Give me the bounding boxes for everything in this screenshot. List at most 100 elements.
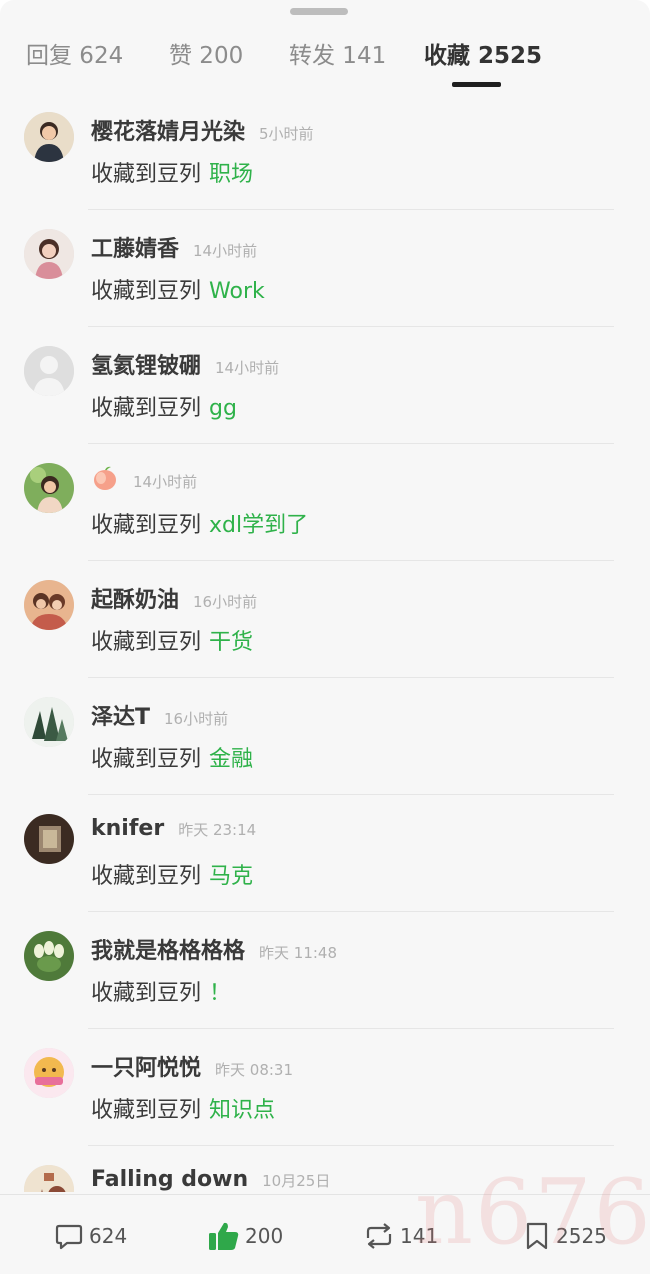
user-name[interactable]: Falling down <box>91 1167 248 1192</box>
list-item[interactable]: 我就是格格格格 昨天 11:48 收藏到豆列 ！ <box>0 913 650 1029</box>
like-button[interactable]: 200 <box>207 1219 283 1253</box>
divider <box>88 677 614 678</box>
avatar[interactable] <box>24 1048 74 1098</box>
timestamp: 昨天 23:14 <box>178 821 257 839</box>
avatar[interactable] <box>24 814 74 864</box>
avatar[interactable] <box>24 931 74 981</box>
user-name[interactable]: knifer <box>91 816 164 841</box>
collection-link[interactable]: 马克 <box>209 864 253 889</box>
collection-link[interactable]: 知识点 <box>209 1098 275 1123</box>
user-name[interactable]: 一只阿悦悦 <box>91 1056 201 1081</box>
action-line: 收藏到豆列 马克 <box>91 858 253 890</box>
collection-link[interactable]: xdl学到了 <box>209 513 308 538</box>
action-line: 收藏到豆列 Work <box>91 273 265 305</box>
action-prefix: 收藏到豆列 <box>91 630 202 655</box>
avatar[interactable] <box>24 229 74 279</box>
comment-icon <box>55 1224 83 1250</box>
timestamp: 16小时前 <box>164 710 229 728</box>
timestamp: 14小时前 <box>193 242 258 260</box>
collections-sheet: 回复 624 赞 200 转发 141 收藏 2525 樱花落婧月光染 5小时前 … <box>0 0 650 1274</box>
collection-link[interactable]: ！ <box>209 981 231 1006</box>
list-item[interactable]: 氢氦锂铍硼 14小时前 收藏到豆列 gg <box>0 328 650 444</box>
divider <box>88 326 614 327</box>
drag-handle[interactable] <box>290 8 348 15</box>
collect-button[interactable]: 2525 <box>522 1219 607 1253</box>
peach-emoji-icon <box>91 465 119 497</box>
action-line: 收藏到豆列 知识点 <box>91 1092 275 1124</box>
reply-count: 624 <box>89 1224 128 1248</box>
default-avatar-icon[interactable] <box>24 346 74 396</box>
list-item[interactable]: 起酥奶油 16小时前 收藏到豆列 干货 <box>0 562 650 678</box>
divider <box>88 794 614 795</box>
timestamp: 14小时前 <box>133 473 198 491</box>
avatar[interactable] <box>24 1165 74 1192</box>
action-prefix: 收藏到豆列 <box>91 747 202 772</box>
action-prefix: 收藏到豆列 <box>91 864 202 889</box>
user-name-line: 起酥奶油 16小时前 <box>91 582 257 614</box>
repost-icon <box>366 1223 392 1249</box>
user-name-line: 泽达T 16小时前 <box>91 699 228 731</box>
timestamp: 5小时前 <box>259 125 314 143</box>
tab-bar: 回复 624 赞 200 转发 141 收藏 2525 <box>0 36 650 88</box>
user-name-line: 一只阿悦悦 昨天 08:31 <box>91 1050 293 1082</box>
action-prefix: 收藏到豆列 <box>91 513 202 538</box>
reply-button[interactable]: 624 <box>53 1219 127 1253</box>
avatar[interactable] <box>24 697 74 747</box>
action-prefix: 收藏到豆列 <box>91 162 202 187</box>
action-line: 收藏到豆列 xdl学到了 <box>91 507 308 539</box>
user-name-line: knifer 昨天 23:14 <box>91 816 256 841</box>
user-name[interactable]: 泽达T <box>91 705 150 730</box>
avatar[interactable] <box>24 112 74 162</box>
list-item[interactable]: 泽达T 16小时前 收藏到豆列 金融 <box>0 679 650 795</box>
action-line: 收藏到豆列 ！ <box>91 975 231 1007</box>
action-line: 收藏到豆列 干货 <box>91 624 253 656</box>
collection-link[interactable]: 金融 <box>209 747 253 772</box>
timestamp: 昨天 08:31 <box>215 1061 294 1079</box>
timestamp: 10月25日 <box>262 1172 331 1190</box>
action-line: 收藏到豆列 gg <box>91 390 237 422</box>
action-line: 收藏到豆列 职场 <box>91 156 253 188</box>
avatar[interactable] <box>24 463 74 513</box>
user-name[interactable]: 樱花落婧月光染 <box>91 120 245 145</box>
tab-collections[interactable]: 收藏 2525 <box>424 36 542 70</box>
action-line: 收藏到豆列 金融 <box>91 741 253 773</box>
user-name[interactable]: 起酥奶油 <box>91 588 179 613</box>
user-name-line: 樱花落婧月光染 5小时前 <box>91 114 314 146</box>
collect-count: 2525 <box>556 1224 607 1248</box>
user-name-line: 氢氦锂铍硼 14小时前 <box>91 348 279 380</box>
action-prefix: 收藏到豆列 <box>91 981 202 1006</box>
list-item[interactable]: 一只阿悦悦 昨天 08:31 收藏到豆列 知识点 <box>0 1030 650 1146</box>
list-item[interactable]: 工藤婧香 14小时前 收藏到豆列 Work <box>0 211 650 327</box>
tab-replies[interactable]: 回复 624 <box>26 36 123 70</box>
user-name[interactable]: 工藤婧香 <box>91 237 179 262</box>
repost-button[interactable]: 141 <box>362 1219 438 1253</box>
action-prefix: 收藏到豆列 <box>91 396 202 421</box>
tab-reposts[interactable]: 转发 141 <box>289 36 386 70</box>
divider <box>88 911 614 912</box>
list-item[interactable]: knifer 昨天 23:14 收藏到豆列 马克 <box>0 796 650 912</box>
timestamp: 昨天 11:48 <box>259 944 338 962</box>
divider <box>88 443 614 444</box>
collection-link[interactable]: gg <box>209 396 237 421</box>
avatar[interactable] <box>24 580 74 630</box>
divider <box>88 1028 614 1029</box>
divider <box>88 1145 614 1146</box>
collector-list[interactable]: 樱花落婧月光染 5小时前 收藏到豆列 职场 工藤婧香 14小时前 收藏到豆列 Work <box>0 94 650 1192</box>
action-prefix: 收藏到豆列 <box>91 1098 202 1123</box>
list-item[interactable]: 樱花落婧月光染 5小时前 收藏到豆列 职场 <box>0 94 650 210</box>
collection-link[interactable]: 干货 <box>209 630 253 655</box>
list-item[interactable]: Falling down 10月25日 <box>0 1147 650 1192</box>
user-name-line: Falling down 10月25日 <box>91 1167 330 1192</box>
user-name[interactable]: 我就是格格格格 <box>91 939 245 964</box>
collection-link[interactable]: 职场 <box>209 162 253 187</box>
divider <box>88 560 614 561</box>
timestamp: 16小时前 <box>193 593 258 611</box>
collection-link[interactable]: Work <box>209 279 265 304</box>
user-name[interactable]: 氢氦锂铍硼 <box>91 354 201 379</box>
tab-likes[interactable]: 赞 200 <box>169 36 243 70</box>
list-item[interactable]: 14小时前 收藏到豆列 xdl学到了 <box>0 445 650 561</box>
bottom-action-bar: 624 200 141 2525 <box>0 1194 650 1274</box>
thumbs-up-icon <box>209 1222 239 1250</box>
repost-count: 141 <box>400 1224 439 1248</box>
like-count: 200 <box>245 1224 284 1248</box>
